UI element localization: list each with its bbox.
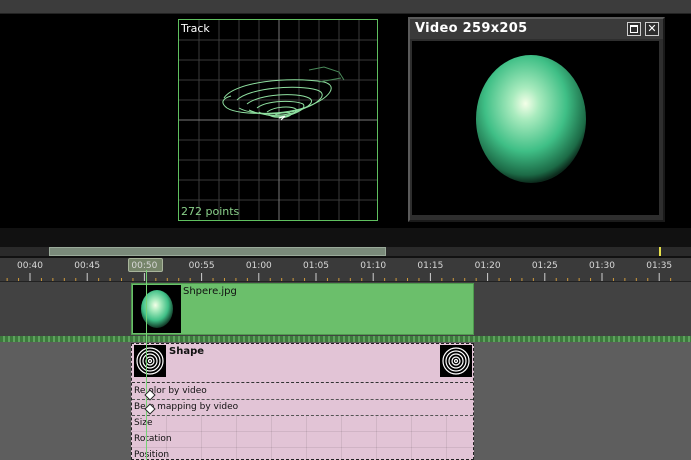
video-titlebar[interactable]: Video 259x205 ✕	[410, 19, 663, 39]
ruler-label: 01:05	[303, 261, 329, 271]
video-window-title: Video 259x205	[415, 21, 528, 36]
clip-thumbnail	[133, 285, 181, 333]
param-row-size[interactable]: Size	[132, 416, 473, 432]
param-label: Position	[134, 450, 170, 460]
shape-clip-title: Shape	[169, 346, 205, 357]
ruler-ticks	[6, 273, 672, 281]
restore-icon	[630, 25, 638, 33]
param-row-rotation[interactable]: Rotation	[132, 432, 473, 448]
param-row-recolor[interactable]: Re olor by video	[132, 384, 473, 400]
timeline-scroll-thumb[interactable]	[49, 247, 386, 256]
top-toolbar	[0, 0, 691, 14]
shape-header-divider	[132, 382, 473, 383]
end-marker	[659, 247, 661, 256]
param-label: Size	[134, 418, 153, 428]
close-icon: ✕	[647, 22, 657, 35]
ruler-label: 01:20	[474, 261, 501, 271]
spiral-shape-icon	[440, 345, 472, 377]
track-panel-title: Track	[181, 22, 210, 35]
video-clip[interactable]: Shpere.jpg	[131, 283, 474, 335]
playhead-line[interactable]	[146, 270, 147, 460]
ruler-label: 01:25	[531, 261, 558, 271]
ruler-label: 00:45	[74, 261, 101, 271]
track-panel[interactable]: Track 272 points	[178, 19, 378, 221]
param-label: Rotation	[134, 434, 172, 444]
track-area: Shpere.jpg Shape Re olor by video Be p m…	[0, 282, 691, 460]
ruler-label: 01:30	[589, 261, 615, 271]
ruler-label: 01:15	[417, 261, 444, 271]
track-point-count: 272 points	[181, 205, 240, 218]
ruler-label: 00:55	[188, 261, 215, 271]
ruler-label: 00:50	[131, 261, 158, 271]
ruler-label: 01:35	[646, 261, 673, 271]
video-clip-name: Shpere.jpg	[183, 286, 237, 297]
restore-button[interactable]	[627, 22, 641, 36]
track-grid	[179, 20, 377, 220]
sphere-image	[476, 55, 586, 183]
param-row-position[interactable]: Position	[132, 448, 473, 460]
video-preview	[412, 41, 659, 215]
param-row-bump[interactable]: Be p mapping by video	[132, 400, 473, 416]
video-window[interactable]: Video 259x205 ✕	[408, 17, 665, 222]
close-button[interactable]: ✕	[645, 22, 659, 36]
ruler-label: 01:00	[245, 261, 272, 271]
ruler-label: 00:40	[17, 261, 43, 271]
motion-path	[222, 66, 345, 121]
shape-clip[interactable]: Shape Re olor by video Be p mapping by v…	[131, 343, 474, 460]
spiral-shape-icon	[134, 345, 166, 377]
ruler-label: 01:10	[360, 261, 387, 271]
time-ruler[interactable]: 00:40 00:45 00:50 00:55 01:00 01:05 01:10 01:15…	[0, 258, 691, 282]
